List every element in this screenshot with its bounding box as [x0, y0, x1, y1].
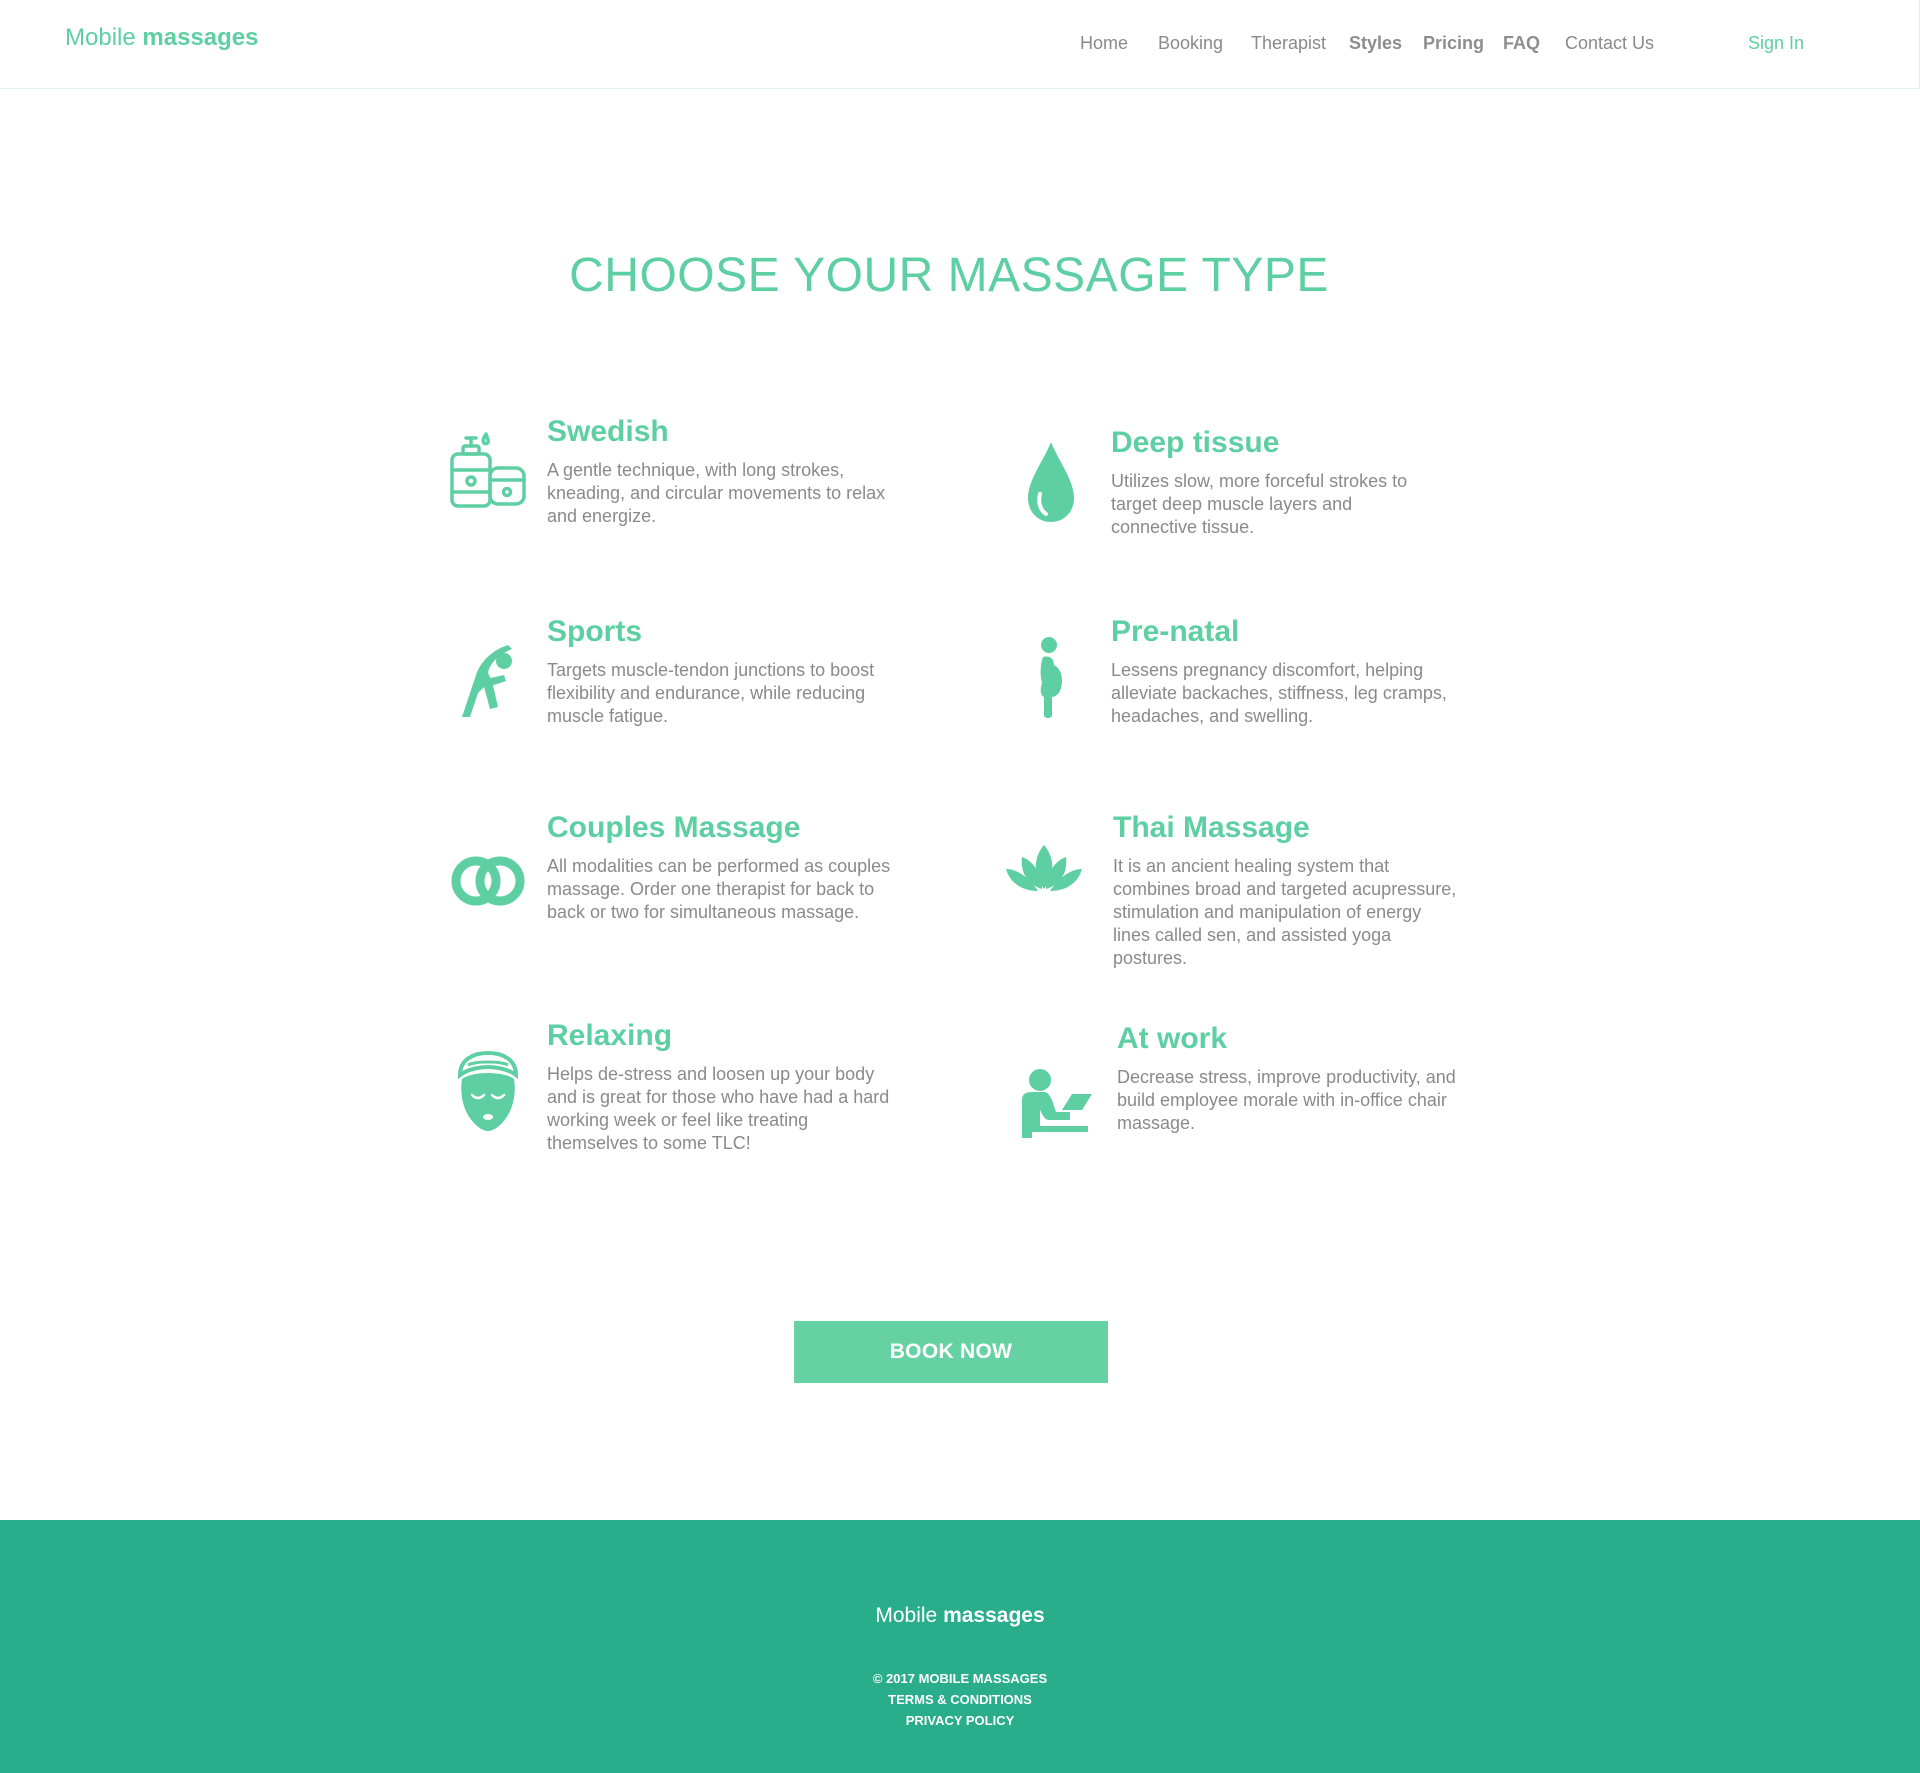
- footer-logo-text-bold: massages: [943, 1604, 1045, 1627]
- nav-item-booking[interactable]: Booking: [1158, 33, 1223, 54]
- nav-item-contact-us[interactable]: Contact Us: [1565, 33, 1654, 54]
- style-description-thai-massage: It is an ancient healing system that com…: [1113, 856, 1457, 968]
- style-description-pre-natal: Lessens pregnancy discomfort, helping al…: [1111, 660, 1447, 726]
- footer-links: © 2017 MOBILE MASSAGES TERMS & CONDITION…: [0, 1668, 1920, 1731]
- book-now-button[interactable]: BOOK NOW: [794, 1321, 1108, 1383]
- site-footer: Mobile massages © 2017 MOBILE MASSAGES T…: [0, 1520, 1920, 1773]
- style-description-swedish: A gentle technique, with long strokes, k…: [547, 460, 886, 526]
- style-description-relaxing: Helps de-stress and loosen up your body …: [547, 1064, 890, 1153]
- terms-conditions-link[interactable]: TERMS & CONDITIONS: [0, 1689, 1920, 1710]
- lotus-flower-icon: [1002, 831, 1086, 915]
- style-description-sports: Targets muscle-tendon junctions to boost…: [547, 660, 875, 726]
- style-name-relaxing: Relaxing: [547, 1019, 673, 1052]
- nav-item-pricing[interactable]: Pricing: [1423, 33, 1484, 54]
- page-title: CHOOSE YOUR MASSAGE TYPE: [569, 249, 1329, 302]
- footer-logo[interactable]: Mobile massages: [0, 1604, 1920, 1628]
- nav-item-therapist[interactable]: Therapist: [1251, 33, 1326, 54]
- nav-item-styles[interactable]: Styles: [1349, 33, 1402, 54]
- footer-logo-text-light: Mobile: [875, 1604, 938, 1627]
- person-at-laptop-icon: [1012, 1062, 1096, 1146]
- main-nav: Home Booking Therapist Styles Pricing FA…: [0, 33, 1919, 57]
- style-description-at-work: Decrease stress, improve productivity, a…: [1117, 1067, 1456, 1133]
- site-header: Mobile massages Home Booking Therapist S…: [0, 0, 1920, 89]
- nav-item-home[interactable]: Home: [1080, 33, 1128, 54]
- style-description-deep-tissue: Utilizes slow, more forceful strokes to …: [1111, 471, 1408, 537]
- style-name-at-work: At work: [1117, 1022, 1228, 1055]
- lotion-bottle-icon: [446, 428, 530, 512]
- style-description-couples-massage: All modalities can be performed as coupl…: [547, 856, 891, 922]
- style-name-pre-natal: Pre-natal: [1111, 615, 1240, 648]
- privacy-policy-link[interactable]: PRIVACY POLICY: [0, 1710, 1920, 1731]
- pregnant-woman-icon: [1010, 635, 1094, 719]
- footer-copyright: © 2017 MOBILE MASSAGES: [872, 1671, 1048, 1686]
- style-name-swedish: Swedish: [547, 415, 669, 448]
- style-name-couples-massage: Couples Massage: [547, 811, 801, 844]
- sign-in-link[interactable]: Sign In: [1748, 33, 1804, 54]
- stretching-person-icon: [446, 635, 530, 719]
- style-name-thai-massage: Thai Massage: [1113, 811, 1310, 844]
- face-mask-towel-icon: [446, 1049, 530, 1133]
- nav-item-faq[interactable]: FAQ: [1503, 33, 1540, 54]
- style-name-deep-tissue: Deep tissue: [1111, 426, 1280, 459]
- water-drop-icon: [1010, 438, 1094, 522]
- linked-rings-icon: [446, 839, 530, 923]
- style-name-sports: Sports: [547, 615, 643, 648]
